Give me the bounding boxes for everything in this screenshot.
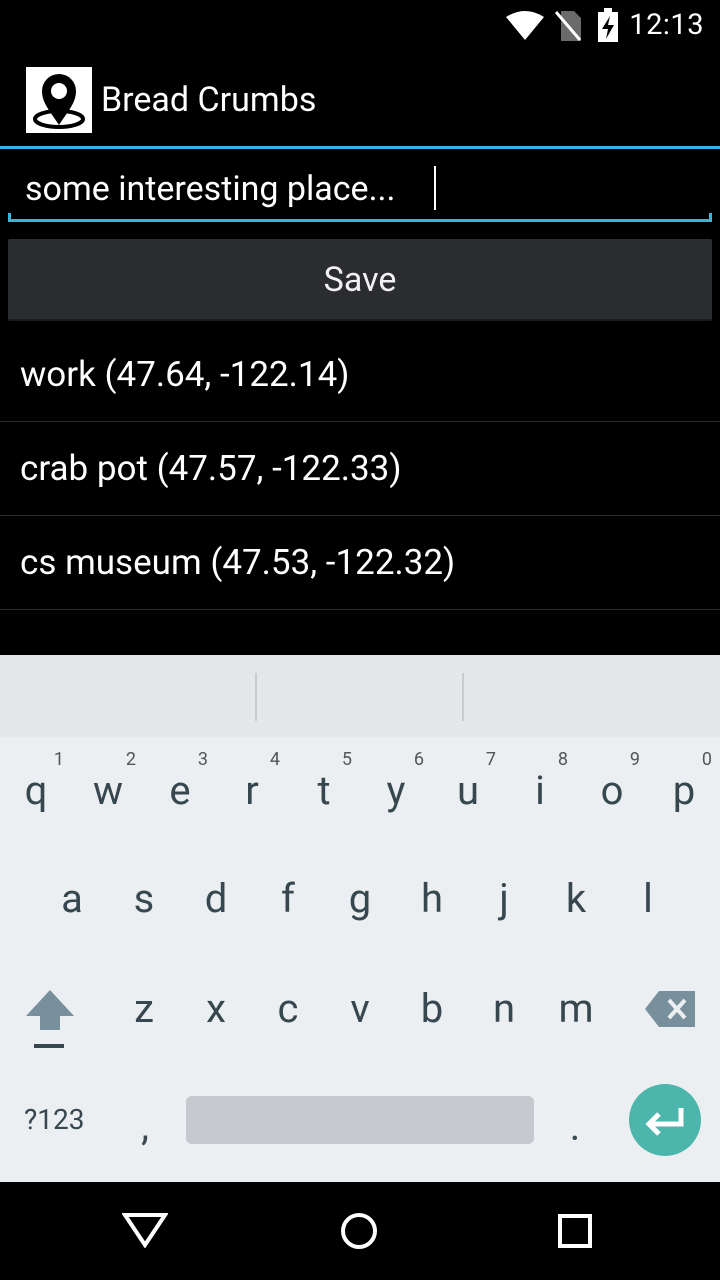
- key-label: w: [92, 767, 124, 814]
- key-label: z: [134, 985, 154, 1032]
- action-bar-divider: [0, 146, 720, 149]
- key-label: d: [204, 875, 228, 922]
- key-label: h: [420, 875, 444, 922]
- recents-icon[interactable]: [558, 1214, 592, 1248]
- key-hint: 5: [341, 749, 352, 770]
- key-hint: 0: [701, 749, 712, 770]
- key-h[interactable]: h: [396, 875, 468, 922]
- key-m[interactable]: m: [540, 985, 612, 1032]
- key-label: u: [456, 767, 480, 814]
- battery-charging-icon: [598, 8, 618, 42]
- clock: 12:13: [629, 8, 704, 42]
- key-label: c: [277, 985, 299, 1032]
- app-title: Bread Crumbs: [101, 80, 317, 120]
- key-hint: 1: [53, 749, 64, 770]
- key-g[interactable]: g: [324, 875, 396, 922]
- key-v[interactable]: v: [324, 985, 396, 1032]
- key-label: e: [169, 767, 191, 814]
- list-item[interactable]: work (47.64, -122.14): [0, 328, 720, 421]
- key-label: n: [492, 985, 516, 1032]
- strip-divider: [255, 673, 257, 721]
- key-label: x: [206, 985, 226, 1032]
- comma-label: ,: [141, 1103, 149, 1150]
- key-a[interactable]: a: [36, 875, 108, 922]
- crumb-list: work (47.64, -122.14) crab pot (47.57, -…: [0, 328, 720, 610]
- list-item[interactable]: crab pot (47.57, -122.33): [0, 422, 720, 515]
- place-name-input[interactable]: [8, 160, 712, 218]
- key-label: l: [643, 875, 653, 922]
- key-label: b: [420, 985, 444, 1032]
- key-label: a: [61, 875, 83, 922]
- text-cursor: [434, 166, 436, 210]
- map-pin-icon: [26, 67, 92, 133]
- no-sim-icon: [554, 11, 582, 41]
- key-label: t: [317, 767, 331, 814]
- key-label: k: [565, 875, 587, 922]
- key-r[interactable]: r4: [216, 749, 288, 814]
- key-o[interactable]: o9: [576, 749, 648, 814]
- key-n[interactable]: n: [468, 985, 540, 1032]
- back-icon[interactable]: [122, 1212, 168, 1248]
- key-d[interactable]: d: [180, 875, 252, 922]
- key-label: r: [245, 767, 259, 814]
- key-z[interactable]: z: [108, 985, 180, 1032]
- save-button[interactable]: Save: [8, 239, 712, 321]
- navigation-bar: [0, 1182, 720, 1280]
- list-item[interactable]: cs museum (47.53, -122.32): [0, 516, 720, 609]
- key-label: o: [600, 767, 624, 814]
- key-hint: 7: [485, 749, 496, 770]
- key-s[interactable]: s: [108, 875, 180, 922]
- period-key[interactable]: .: [560, 1103, 590, 1150]
- symbols-key[interactable]: ?123: [24, 1103, 84, 1136]
- key-c[interactable]: c: [252, 985, 324, 1032]
- key-l[interactable]: l: [612, 875, 684, 922]
- period-label: .: [569, 1103, 581, 1150]
- key-label: q: [24, 767, 48, 814]
- key-b[interactable]: b: [396, 985, 468, 1032]
- key-p[interactable]: p0: [648, 749, 720, 814]
- key-x[interactable]: x: [180, 985, 252, 1032]
- comma-key[interactable]: ,: [130, 1103, 160, 1150]
- space-bar[interactable]: [186, 1096, 534, 1144]
- key-label: f: [281, 875, 295, 922]
- key-t[interactable]: t5: [288, 749, 360, 814]
- key-w[interactable]: w2: [72, 749, 144, 814]
- key-label: v: [350, 985, 370, 1032]
- place-name-field[interactable]: [8, 160, 712, 222]
- key-u[interactable]: u7: [432, 749, 504, 814]
- key-f[interactable]: f: [252, 875, 324, 922]
- key-y[interactable]: y6: [360, 749, 432, 814]
- key-j[interactable]: j: [468, 875, 540, 922]
- home-icon[interactable]: [340, 1212, 378, 1250]
- key-hint: 8: [557, 749, 568, 770]
- list-divider: [0, 609, 720, 610]
- field-underline: [8, 213, 712, 222]
- wifi-icon: [506, 11, 544, 40]
- key-hint: 2: [125, 749, 136, 770]
- key-label: p: [672, 767, 696, 814]
- status-bar: 12:13: [0, 0, 720, 50]
- soft-keyboard: q1w2e3r4t5y6u7i8o9p0asdfghjklzxcvbnm ?12…: [0, 655, 720, 1182]
- key-hint: 3: [197, 749, 208, 770]
- key-hint: 6: [413, 749, 424, 770]
- enter-icon: [645, 1108, 684, 1136]
- key-label: i: [535, 767, 545, 814]
- key-label: g: [348, 875, 372, 922]
- key-label: j: [499, 875, 509, 922]
- backspace-icon[interactable]: [645, 991, 695, 1027]
- enter-key[interactable]: [629, 1084, 701, 1156]
- strip-divider: [462, 673, 464, 721]
- key-label: m: [558, 985, 594, 1032]
- key-q[interactable]: q1: [0, 749, 72, 814]
- shift-icon[interactable]: [24, 988, 76, 1052]
- key-i[interactable]: i8: [504, 749, 576, 814]
- key-label: y: [386, 767, 406, 814]
- key-e[interactable]: e3: [144, 749, 216, 814]
- key-hint: 9: [629, 749, 640, 770]
- key-hint: 4: [269, 749, 280, 770]
- key-k[interactable]: k: [540, 875, 612, 922]
- action-bar: Bread Crumbs: [0, 50, 720, 146]
- key-label: s: [133, 875, 155, 922]
- suggestion-strip: [0, 655, 720, 737]
